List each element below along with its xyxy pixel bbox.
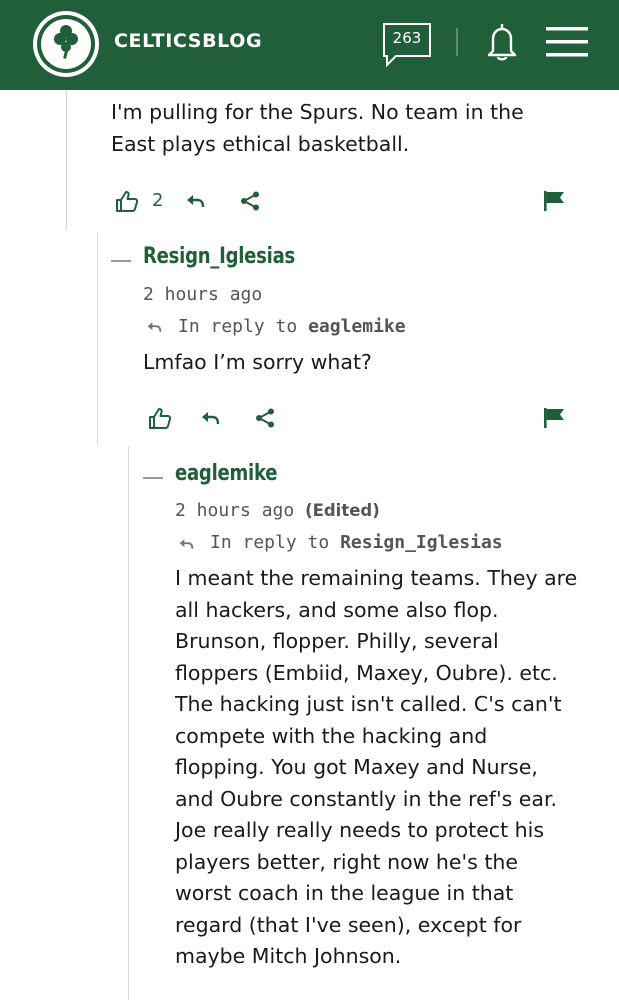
in-reply-to: In reply to Resign_Iglesias xyxy=(210,532,503,553)
in-reply-to-user[interactable]: eaglemike xyxy=(308,316,406,337)
edited-label: (Edited) xyxy=(305,501,380,520)
reply-arrow-icon xyxy=(147,322,162,332)
thread-line xyxy=(66,90,67,230)
thread-line xyxy=(128,446,129,1000)
reply-arrow-icon xyxy=(179,539,194,549)
comment-dash xyxy=(111,260,131,262)
in-reply-to-prefix: In reply to xyxy=(178,316,298,337)
share-icon[interactable] xyxy=(255,408,277,428)
comment-dash xyxy=(143,477,163,479)
bell-icon[interactable] xyxy=(484,21,520,63)
in-reply-to: In reply to eaglemike xyxy=(178,316,406,337)
reply-arrow-icon[interactable] xyxy=(200,410,220,426)
comment-timestamp: 2 hours ago xyxy=(175,500,295,521)
comment-timestamp: 2 hours ago xyxy=(143,284,263,305)
comment-username[interactable]: eaglemike xyxy=(175,461,278,486)
comment-timestamp-row: 2 hours ago (Edited) xyxy=(175,500,380,521)
thread-line xyxy=(97,232,98,444)
comment-username[interactable]: Resign_Iglesias xyxy=(143,244,295,269)
hamburger-menu-icon[interactable] xyxy=(546,25,588,59)
like-count: 2 xyxy=(152,190,164,211)
comment-count[interactable]: 263 xyxy=(382,29,432,47)
clover-logo-icon[interactable] xyxy=(31,9,101,79)
site-header: CELTICSBLOG 263 xyxy=(0,0,619,90)
flag-icon[interactable] xyxy=(543,190,565,212)
thumbs-up-icon[interactable] xyxy=(115,190,139,212)
site-brand-name[interactable]: CELTICSBLOG xyxy=(114,30,262,52)
comment-body: I'm pulling for the Spurs. No team in th… xyxy=(111,100,524,156)
in-reply-to-prefix: In reply to xyxy=(210,532,330,553)
reply-arrow-icon[interactable] xyxy=(185,193,205,209)
flag-icon[interactable] xyxy=(543,407,565,429)
header-divider xyxy=(456,28,458,56)
in-reply-to-user[interactable]: Resign_Iglesias xyxy=(340,532,503,553)
comment-body: Lmfao I’m sorry what? xyxy=(143,350,372,374)
comment-body: I meant the remaining teams. They are al… xyxy=(175,566,578,968)
thumbs-up-icon[interactable] xyxy=(148,407,172,429)
share-icon[interactable] xyxy=(240,191,262,211)
